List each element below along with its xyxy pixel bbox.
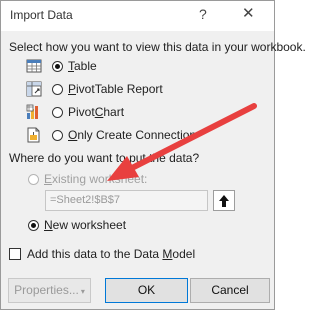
title-bar: Import Data ? ✕ — [1, 1, 274, 31]
up-arrow-icon — [219, 195, 229, 207]
table-icon — [26, 59, 42, 73]
cancel-button[interactable]: Cancel — [190, 278, 270, 303]
dropdown-arrow-icon: ▾ — [80, 287, 85, 296]
help-button[interactable]: ? — [199, 6, 207, 22]
import-data-dialog: Import Data ? ✕ Select how you want to v… — [0, 0, 306, 310]
pivotchart-icon — [26, 104, 38, 119]
view-prompt: Select how you want to view this data in… — [9, 40, 306, 54]
radio-table-label[interactable]: Table — [68, 59, 97, 73]
collapse-dialog-button[interactable] — [213, 190, 235, 211]
radio-new-worksheet-label[interactable]: New worksheet — [44, 218, 126, 232]
pivottable-icon — [26, 81, 42, 97]
radio-pivottable-label[interactable]: PivotTable Report — [68, 82, 163, 96]
radio-pivotchart-label[interactable]: PivotChart — [68, 105, 124, 119]
radio-new-worksheet[interactable] — [28, 220, 39, 231]
radio-pivottable[interactable] — [52, 84, 63, 95]
radio-only-connection[interactable] — [52, 130, 63, 141]
ok-button[interactable]: OK — [105, 278, 188, 303]
close-button[interactable]: ✕ — [242, 4, 255, 22]
radio-table[interactable] — [52, 61, 63, 72]
add-to-data-model-checkbox[interactable] — [9, 248, 21, 260]
add-to-data-model-label[interactable]: Add this data to the Data Model — [27, 247, 195, 261]
properties-button[interactable]: Properties... ▾ — [8, 278, 91, 303]
radio-existing-worksheet-label[interactable]: Existing worksheet: — [44, 172, 147, 186]
radio-only-connection-label[interactable]: Only Create Connection — [68, 128, 196, 142]
radio-pivotchart[interactable] — [52, 107, 63, 118]
dialog-title: Import Data — [10, 8, 73, 22]
radio-existing-worksheet[interactable] — [28, 174, 39, 185]
connection-icon — [27, 127, 40, 143]
location-prompt: Where do you want to put the data? — [9, 151, 200, 165]
cell-reference-input[interactable]: =Sheet2!$B$7 — [45, 190, 208, 211]
